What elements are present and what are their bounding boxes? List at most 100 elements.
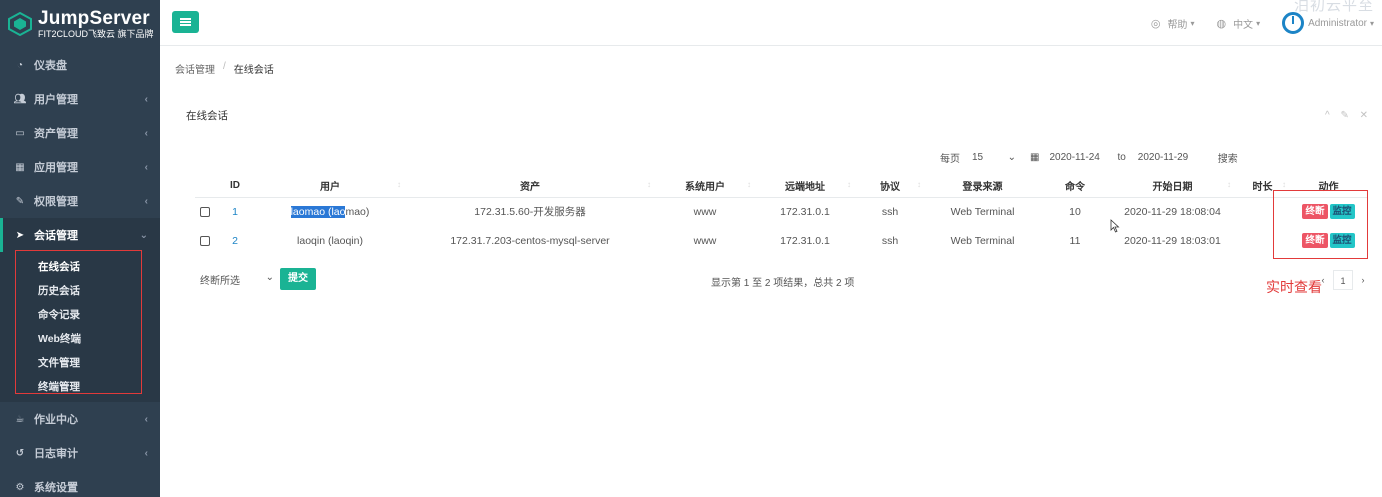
help-dropdown[interactable]: ◎ 帮助 ▾ <box>1151 16 1195 31</box>
sidebar-item-users[interactable]: 👥︎ 用户管理 ‹ <box>0 82 160 116</box>
submit-button[interactable]: 提交 <box>280 268 316 290</box>
eye-icon: ◎ <box>1150 17 1161 30</box>
history-icon: ↺ <box>15 447 25 459</box>
column-header-asset[interactable]: 资产 ↕ <box>405 175 655 198</box>
per-page-label: 每页 <box>940 153 960 165</box>
menu-toggle-button[interactable] <box>172 11 199 33</box>
cell-login-from: Web Terminal <box>950 205 1015 218</box>
submenu-item-online-sessions[interactable]: 在线会话 <box>0 254 160 278</box>
pagination-next[interactable]: › <box>1353 270 1373 290</box>
terminate-button[interactable]: 终断 <box>1302 233 1328 248</box>
session-submenu: 在线会话 历史会话 命令记录 Web终端 文件管理 终端管理 <box>0 252 160 402</box>
cell-commands: 10 <box>1069 205 1081 218</box>
caret-down-icon: ▾ <box>1256 18 1261 28</box>
terminate-button[interactable]: 终断 <box>1302 204 1328 220</box>
language-dropdown[interactable]: ◍ 中文 ▾ <box>1216 16 1260 31</box>
caret-down-icon: ▾ <box>1369 18 1374 28</box>
monitor-button[interactable]: 监控 <box>1329 233 1355 248</box>
edit-icon: ✎ <box>15 195 25 207</box>
logo[interactable]: JumpServer FIT2CLOUD飞致云 旗下品牌 <box>0 0 160 48</box>
sidebar-item-dashboard[interactable]: ◔ 仪表盘 <box>0 48 160 82</box>
sort-icon: ↕ <box>647 180 651 189</box>
cell-asset: 172.31.5.60-开发服务器 <box>474 206 586 219</box>
sidebar-item-applications[interactable]: ▦ 应用管理 ‹ <box>0 150 160 184</box>
chevron-down-icon: ⌄ <box>1007 151 1016 163</box>
column-header-remote-addr[interactable]: 远端地址 ↕ <box>755 175 855 198</box>
sidebar-item-sessions[interactable]: ➤ 会话管理 ⌄ <box>0 218 160 252</box>
chevron-left-icon: ‹ <box>144 127 148 139</box>
bulk-actions: 终断所选 ⌄ 提交 <box>200 268 316 290</box>
sidebar-item-label: 会话管理 <box>34 230 78 242</box>
sidebar-item-jobs[interactable]: ☕︎ 作业中心 ‹ <box>0 402 160 436</box>
paper-plane-icon: ➤ <box>15 229 25 241</box>
sort-icon: ↕ <box>397 180 401 189</box>
cell-user: laomao (laomao) <box>290 205 370 218</box>
cell-system-user: www <box>693 234 717 247</box>
cell-remote-addr: 172.31.0.1 <box>780 234 830 247</box>
sidebar-item-permissions[interactable]: ✎ 权限管理 ‹ <box>0 184 160 218</box>
table-row: 2 laoqin (laoqin) 172.31.7.203-centos-my… <box>195 226 1367 255</box>
hamburger-icon <box>180 18 191 26</box>
online-sessions-table: ID 用户 ↕ 资产 ↕ 系统用户 ↕ 远端地址 ↕ 协议 ↕ 登录来源 命令 开始日期 ↕… <box>195 175 1367 255</box>
cell-date-start: 2020-11-29 18:08:04 <box>1124 205 1221 218</box>
chevron-left-icon: ‹ <box>144 161 148 173</box>
session-id-link[interactable]: 2 <box>232 235 238 247</box>
sidebar-item-label: 应用管理 <box>34 162 78 174</box>
sidebar-item-settings[interactable]: ⚙︎ 系统设置 <box>0 470 160 497</box>
column-header-protocol[interactable]: 协议 ↕ <box>855 175 925 198</box>
pagination: ‹ 1 › <box>1313 270 1373 290</box>
sidebar-item-label: 用户管理 <box>34 94 78 106</box>
table-header-row: ID 用户 ↕ 资产 ↕ 系统用户 ↕ 远端地址 ↕ 协议 ↕ 登录来源 命令 开始日期 ↕… <box>195 175 1367 198</box>
sort-icon: ↕ <box>847 180 851 189</box>
chevron-left-icon: ‹ <box>144 447 148 459</box>
session-id-link[interactable]: 1 <box>232 206 238 218</box>
column-header-actions: 动作 <box>1290 175 1367 198</box>
column-header-login-from[interactable]: 登录来源 <box>925 175 1040 198</box>
submenu-item-history-sessions[interactable]: 历史会话 <box>0 278 160 302</box>
chevron-down-icon: ⌄ <box>139 229 148 241</box>
avatar <box>1282 12 1305 34</box>
column-header-id[interactable]: ID <box>215 175 255 198</box>
column-header-user[interactable]: 用户 ↕ <box>255 175 405 198</box>
column-header-duration[interactable]: 时长 ↕ <box>1235 175 1290 198</box>
row-checkbox[interactable] <box>200 206 210 217</box>
chevron-left-icon: ‹ <box>144 93 148 105</box>
submenu-item-terminal-management[interactable]: 终端管理 <box>0 374 160 398</box>
sort-icon: ↕ <box>747 180 751 189</box>
search-button[interactable]: 搜索 <box>1218 150 1238 165</box>
column-header-commands[interactable]: 命令 <box>1040 175 1110 198</box>
bulk-action-select[interactable]: 终断所选 ⌄ <box>200 272 274 287</box>
cell-duration <box>1235 197 1290 226</box>
coffee-icon: ☕︎ <box>15 413 25 425</box>
user-dropdown[interactable]: Administrator ▾ <box>1282 12 1374 34</box>
dashboard-icon: ◔ <box>16 59 24 71</box>
submenu-item-command-records[interactable]: 命令记录 <box>0 302 160 326</box>
per-page-select[interactable]: 15 ⌄ <box>968 152 1020 163</box>
breadcrumb-separator: / <box>223 61 226 72</box>
sidebar-item-label: 资产管理 <box>34 128 78 140</box>
globe-icon: ◍ <box>1216 17 1227 30</box>
cell-actions: 终断 监控 <box>1290 197 1367 226</box>
sidebar-item-label: 仪表盘 <box>34 60 67 72</box>
sidebar-item-audit[interactable]: ↺ 日志审计 ‹ <box>0 436 160 470</box>
row-checkbox[interactable] <box>200 235 210 246</box>
pagination-page[interactable]: 1 <box>1333 270 1353 290</box>
column-header-system-user[interactable]: 系统用户 ↕ <box>655 175 755 198</box>
calendar-icon: ▦ <box>1030 151 1040 163</box>
table-row: 1 laomao (laomao) 172.31.5.60-开发服务器 www … <box>195 197 1367 226</box>
sidebar-item-assets[interactable]: ▭ 资产管理 ‹ <box>0 116 160 150</box>
jumpserver-logo-icon <box>8 12 32 36</box>
sidebar: JumpServer FIT2CLOUD飞致云 旗下品牌 ◔ 仪表盘 👥︎ 用户… <box>0 0 160 497</box>
date-from-input[interactable]: 2020-11-24 <box>1049 152 1105 163</box>
caret-down-icon: ▾ <box>1190 18 1195 28</box>
bulk-action-value: 终断所选 <box>200 275 240 287</box>
monitor-button[interactable]: 监控 <box>1329 204 1355 220</box>
chevron-left-icon: ‹ <box>144 413 148 425</box>
breadcrumb-parent[interactable]: 会话管理 <box>175 61 215 76</box>
date-to-input[interactable]: 2020-11-29 <box>1138 152 1194 163</box>
panel-tools[interactable]: ^ ✎ ✕ <box>1325 110 1372 121</box>
submenu-item-web-terminal[interactable]: Web终端 <box>0 326 160 350</box>
help-label: 帮助 <box>1167 19 1188 31</box>
submenu-item-file-management[interactable]: 文件管理 <box>0 350 160 374</box>
column-header-date-start[interactable]: 开始日期 ↕ <box>1110 175 1235 198</box>
